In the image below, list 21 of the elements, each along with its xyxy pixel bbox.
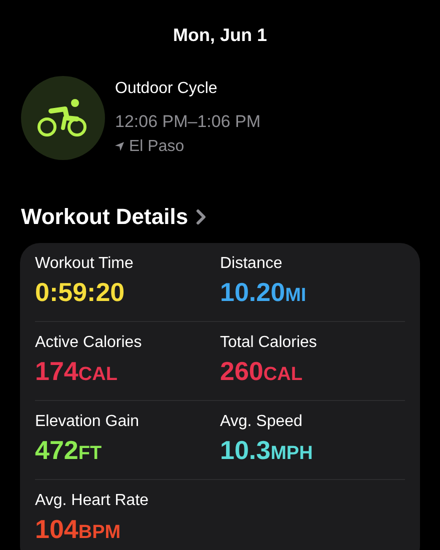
metric-label: Total Calories (220, 333, 318, 353)
metric-value: 10.20MI (220, 276, 308, 309)
metric-value: 260CAL (220, 355, 304, 388)
metric-value: 174CAL (35, 355, 118, 388)
metric-label: Workout Time (35, 254, 134, 274)
metric-value: 0:59:20 (35, 276, 126, 308)
chevron-right-icon[interactable] (196, 208, 206, 224)
metric-value: 472FT (35, 434, 103, 467)
metric-label: Distance (220, 254, 284, 274)
metric-value: 104BPM (35, 513, 122, 546)
section-title[interactable]: Workout Details (21, 200, 188, 233)
workout-location: El Paso (129, 136, 184, 157)
metric-label: Avg. Heart Rate (35, 491, 150, 511)
workout-name: Outdoor Cycle (115, 79, 218, 100)
metric-label: Elevation Gain (35, 412, 140, 432)
metric-label: Avg. Speed (220, 412, 304, 432)
metric-value: 10.3MPH (220, 434, 314, 467)
workout-time: 12:06 PM–1:06 PM (115, 111, 261, 134)
date-title: Mon, Jun 1 (173, 24, 267, 47)
location-arrow-icon (115, 142, 124, 152)
metric-label: Active Calories (35, 333, 143, 353)
